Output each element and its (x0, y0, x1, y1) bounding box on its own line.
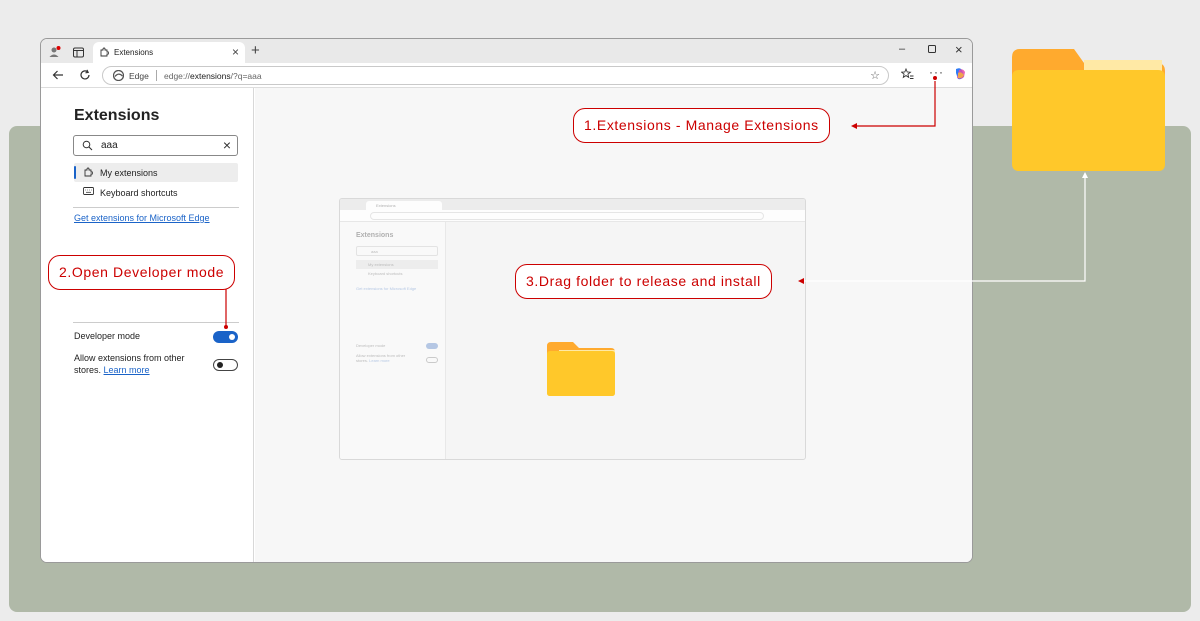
callout-step3: 3.Drag folder to release and install (515, 264, 772, 299)
arrow-head (798, 278, 804, 284)
connector-step1 (855, 81, 936, 127)
arrow-head (851, 123, 857, 129)
callout-step2: 2.Open Developer mode (48, 255, 236, 290)
connector-step3 (803, 176, 1086, 282)
connector-dot (933, 76, 937, 80)
arrow-head (1082, 172, 1088, 178)
connector-dot (224, 325, 228, 329)
callout-connectors (224, 76, 1088, 329)
callout-step1: 1.Extensions - Manage Extensions (573, 108, 830, 143)
